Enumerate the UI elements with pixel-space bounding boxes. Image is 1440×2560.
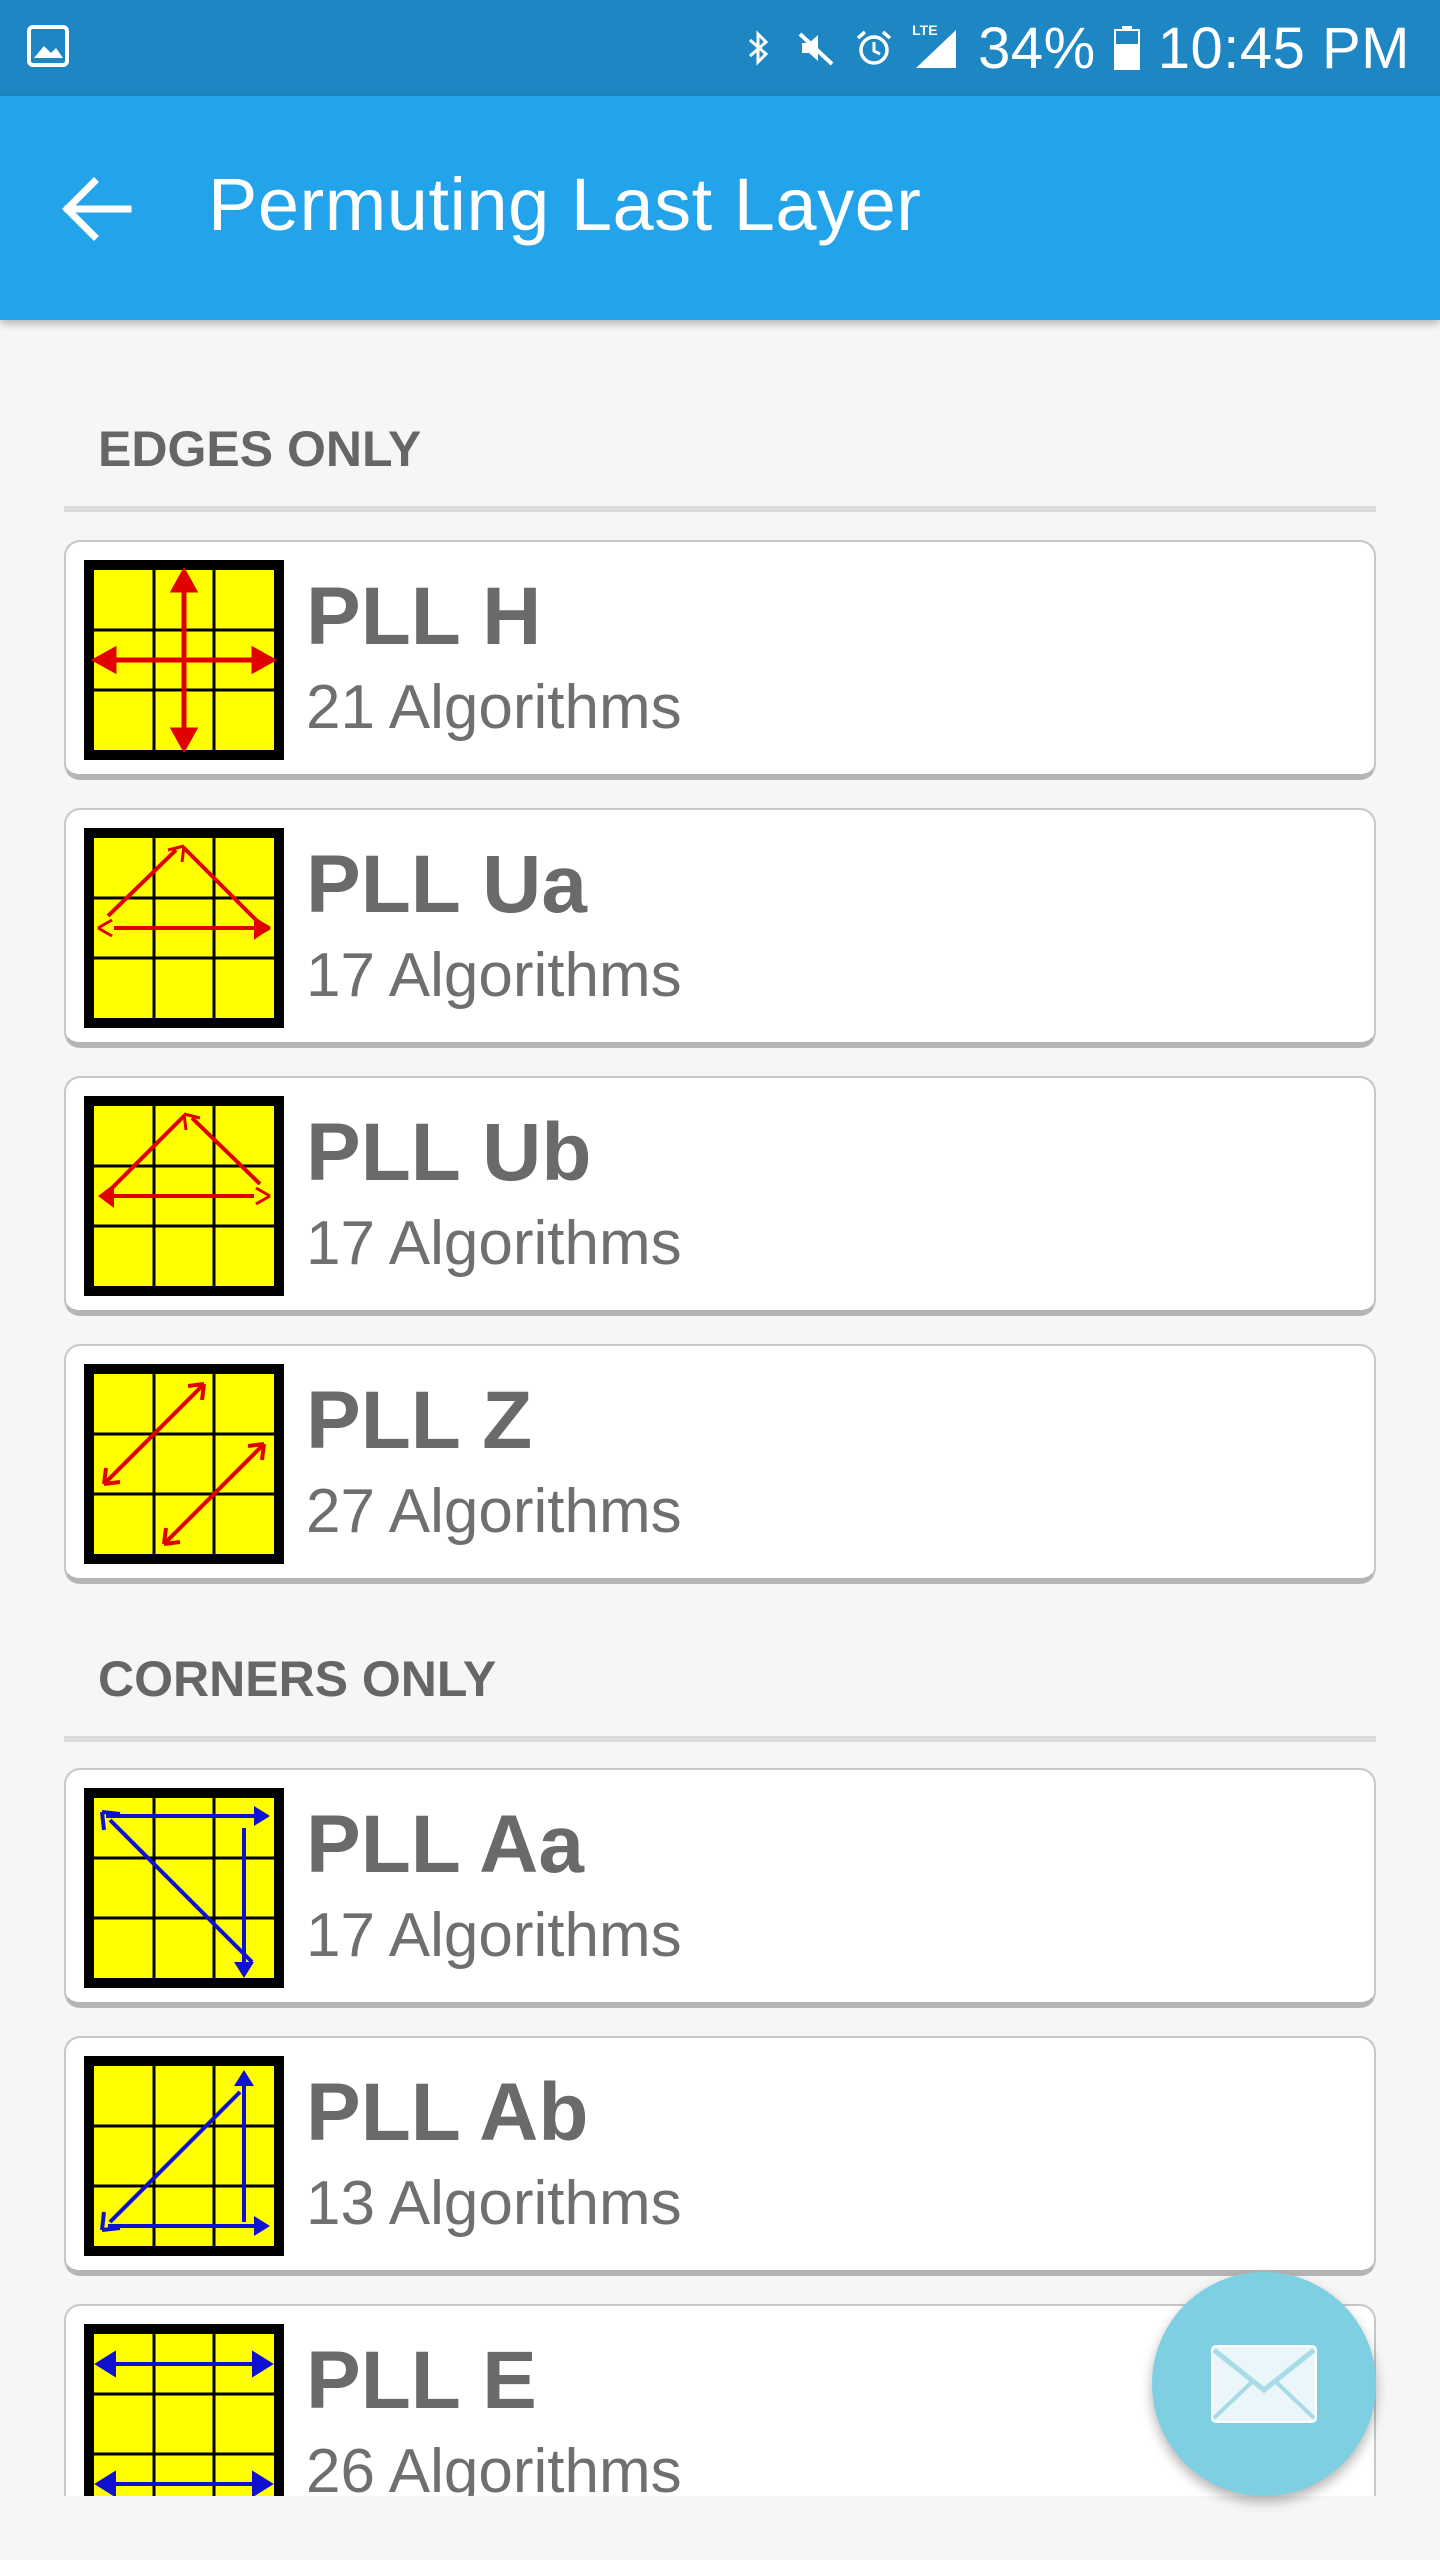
item-title: PLL H xyxy=(306,571,542,662)
page-title: Permuting Last Layer xyxy=(208,163,922,246)
battery-icon xyxy=(1113,26,1140,70)
item-title: PLL Ab xyxy=(306,2067,589,2158)
battery-percent: 34% xyxy=(978,15,1096,81)
item-title: PLL Z xyxy=(306,1375,533,1466)
list-item-pll-ua[interactable]: PLL Ua 17 Algorithms xyxy=(64,808,1376,1048)
item-title: PLL E xyxy=(306,2335,537,2426)
item-title: PLL Aa xyxy=(306,1799,584,1890)
section-title: EDGES ONLY xyxy=(98,421,422,477)
pll-h-diagram xyxy=(84,560,284,760)
clock: 10:45 PM xyxy=(1157,15,1410,81)
pll-ub-diagram xyxy=(84,1096,284,1296)
item-title: PLL Ub xyxy=(306,1107,592,1198)
item-count: 21 Algorithms xyxy=(306,673,682,742)
item-count: 17 Algorithms xyxy=(306,1209,682,1278)
section-header-edges-only: EDGES ONLY xyxy=(64,400,1376,512)
item-count: 17 Algorithms xyxy=(306,1901,682,1970)
item-count: 27 Algorithms xyxy=(306,1477,682,1546)
mute-icon xyxy=(798,32,834,66)
list-item-pll-ub[interactable]: PLL Ub 17 Algorithms xyxy=(64,1076,1376,1316)
pll-z-diagram xyxy=(84,1364,284,1564)
arrow-back-icon[interactable] xyxy=(60,176,132,242)
mail-icon xyxy=(1211,2345,1317,2423)
item-title: PLL Ua xyxy=(306,839,587,930)
list-item-pll-aa[interactable]: PLL Aa 17 Algorithms xyxy=(64,1768,1376,2008)
section-header-corners-only: CORNERS ONLY xyxy=(64,1630,1376,1742)
list-item-pll-z[interactable]: PLL Z 27 Algorithms xyxy=(64,1344,1376,1584)
alarm-icon xyxy=(857,30,892,65)
gallery-icon xyxy=(27,25,69,67)
network-type-label: LTE xyxy=(912,22,938,38)
item-count: 13 Algorithms xyxy=(306,2169,682,2238)
bottom-area xyxy=(0,2496,1440,2560)
bluetooth-icon xyxy=(749,30,769,66)
pll-aa-diagram xyxy=(84,1788,284,1988)
pll-e-diagram xyxy=(84,2324,284,2524)
signal-icon: LTE xyxy=(912,22,960,70)
section-title: CORNERS ONLY xyxy=(98,1651,497,1707)
email-fab-button[interactable] xyxy=(1152,2272,1376,2496)
item-count: 17 Algorithms xyxy=(306,941,682,1010)
status-bar: LTE 34% 10:45 PM xyxy=(0,0,1440,96)
list-item-pll-h[interactable]: PLL H 21 Algorithms xyxy=(64,540,1376,780)
pll-ab-diagram xyxy=(84,2056,284,2256)
list-item-pll-ab[interactable]: PLL Ab 13 Algorithms xyxy=(64,2036,1376,2276)
pll-ua-diagram xyxy=(84,828,284,1028)
app-bar: Permuting Last Layer xyxy=(0,96,1440,320)
